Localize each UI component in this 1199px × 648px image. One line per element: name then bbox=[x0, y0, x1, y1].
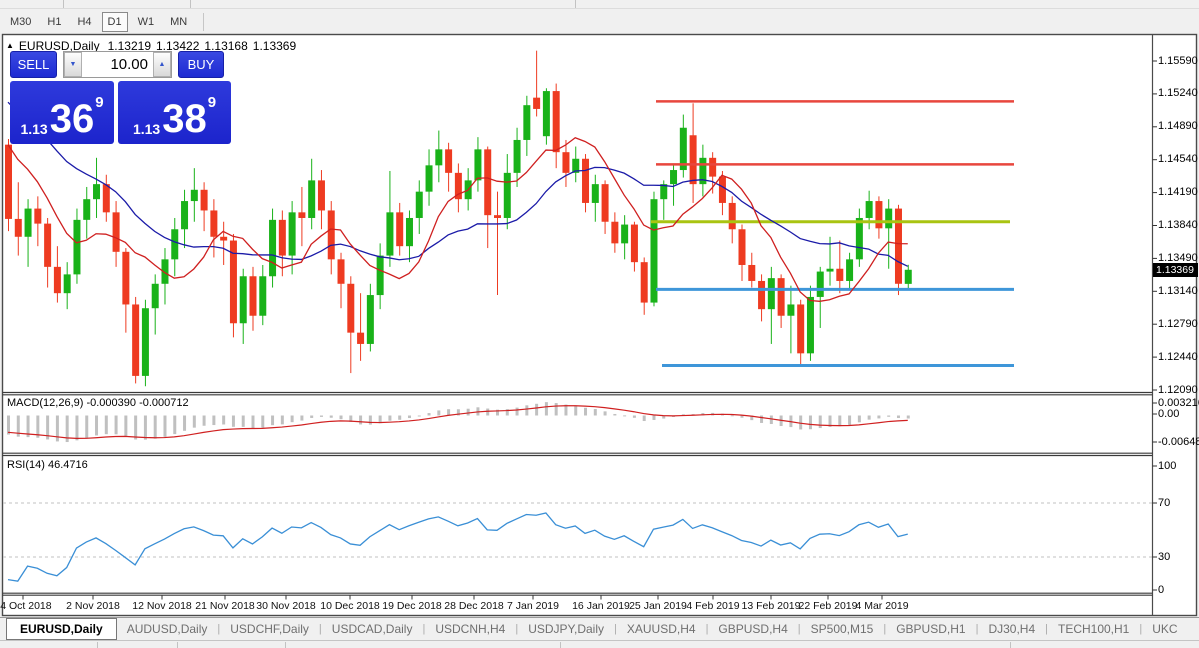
date-axis-label: 2 Nov 2018 bbox=[66, 600, 120, 612]
price-axis-label: 1.13140 bbox=[1158, 284, 1198, 297]
price-axis-label: 1.14890 bbox=[1158, 120, 1198, 133]
chart-tab-dj30-h4[interactable]: DJ30,H4 bbox=[978, 622, 1045, 636]
indicator-axis-label: 30 bbox=[1158, 550, 1171, 563]
macd-indicator-label: MACD(12,26,9) -0.000390 -0.000712 bbox=[7, 397, 189, 409]
indicator-axis-label: 0.00 bbox=[1158, 407, 1180, 420]
indicator-axis-label: 70 bbox=[1158, 496, 1171, 509]
chart-tab-xauusd-h4[interactable]: XAUUSD,H4 bbox=[617, 622, 706, 636]
indicator-axis-label: -0.006485 bbox=[1158, 435, 1199, 448]
price-axis-label: 1.15590 bbox=[1158, 54, 1198, 67]
price-axis-label: 1.12790 bbox=[1158, 317, 1198, 330]
date-axis-label: 19 Dec 2018 bbox=[382, 600, 442, 612]
price-axis-label: 1.12090 bbox=[1158, 383, 1198, 396]
date-axis-label: 7 Jan 2019 bbox=[507, 600, 559, 612]
chart-tab-eurusd-daily[interactable]: EURUSD,Daily bbox=[6, 618, 117, 640]
ask-price-sup: 9 bbox=[207, 94, 217, 111]
price-axis-label: 1.15240 bbox=[1158, 87, 1198, 100]
chart-tab-gbpusd-h4[interactable]: GBPUSD,H4 bbox=[708, 622, 797, 636]
one-click-trading-panel: SELL ▼ ▲ BUY 1.13 36 9 1.13 38 9 bbox=[10, 51, 232, 144]
price-axis-label: 1.14540 bbox=[1158, 153, 1198, 166]
date-axis-label: 4 Mar 2019 bbox=[855, 600, 909, 612]
date-axis-label: 21 Nov 2018 bbox=[195, 600, 255, 612]
chart-tab-audusd-daily[interactable]: AUDUSD,Daily bbox=[117, 622, 218, 636]
chart-tab-ukc[interactable]: UKC bbox=[1142, 622, 1187, 636]
trading-platform-window: M30 H1 H4 D1 W1 MN ▲ EURUSD,Daily 1.13219 1.1… bbox=[0, 0, 1199, 648]
indicator-axis-label: 100 bbox=[1158, 459, 1177, 472]
date-axis-label: 4 Feb 2019 bbox=[686, 600, 740, 612]
bid-price-sup: 9 bbox=[95, 94, 104, 111]
volume-spinner: ▼ ▲ bbox=[63, 51, 172, 78]
date-axis-label: 12 Nov 2018 bbox=[132, 600, 192, 612]
chart-tab-usdcad-daily[interactable]: USDCAD,Daily bbox=[322, 622, 423, 636]
price-axis-label: 1.14190 bbox=[1158, 186, 1198, 199]
price-axis-label: 1.12440 bbox=[1158, 350, 1198, 363]
price-axis-label: 1.13840 bbox=[1158, 219, 1198, 231]
date-axis-label: 10 Dec 2018 bbox=[320, 600, 380, 612]
rsi-indicator-label: RSI(14) 46.4716 bbox=[7, 459, 88, 471]
status-separator bbox=[1010, 642, 1011, 648]
status-separator bbox=[97, 642, 98, 648]
chart-tab-usdjpy-daily[interactable]: USDJPY,Daily bbox=[518, 622, 614, 636]
bid-price-big: 36 bbox=[49, 97, 95, 142]
collapse-chart-icon[interactable]: ▲ bbox=[6, 41, 14, 50]
chart-tab-sp500-m15[interactable]: SP500,M15 bbox=[801, 622, 884, 636]
chart-tab-bar: EURUSD,Daily AUDUSD,Daily | USDCHF,Daily | US… bbox=[0, 617, 1199, 640]
current-price-badge: 1.13369 bbox=[1153, 262, 1198, 277]
chart-tab-tech100-h1[interactable]: TECH100,H1 bbox=[1048, 622, 1139, 636]
date-axis-label: 16 Jan 2019 bbox=[572, 600, 630, 612]
date-axis-label: 22 Feb 2019 bbox=[798, 600, 858, 612]
date-axis-label: 28 Dec 2018 bbox=[444, 600, 504, 612]
chart-tab-usdcnh-h4[interactable]: USDCNH,H4 bbox=[425, 622, 515, 636]
status-separator bbox=[285, 642, 286, 648]
bid-price-prefix: 1.13 bbox=[20, 121, 48, 137]
chart-tab-usdchf-daily[interactable]: USDCHF,Daily bbox=[220, 622, 319, 636]
volume-decrease-button[interactable]: ▼ bbox=[64, 52, 82, 77]
status-separator bbox=[177, 642, 178, 648]
bid-price-button[interactable]: 1.13 36 9 bbox=[10, 81, 114, 144]
ask-price-big: 38 bbox=[162, 97, 207, 142]
status-separator bbox=[560, 642, 561, 648]
sell-button[interactable]: SELL bbox=[10, 51, 57, 78]
buy-button[interactable]: BUY bbox=[178, 51, 224, 78]
volume-input[interactable] bbox=[82, 52, 153, 77]
volume-increase-button[interactable]: ▲ bbox=[153, 52, 171, 77]
date-axis-label: 25 Jan 2019 bbox=[629, 600, 687, 612]
date-axis-label: 24 Oct 2018 bbox=[0, 600, 52, 612]
ohlc-close: 1.13369 bbox=[252, 39, 297, 53]
ask-price-prefix: 1.13 bbox=[132, 121, 161, 137]
chart-tab-gbpusd-h1[interactable]: GBPUSD,H1 bbox=[886, 622, 975, 636]
date-axis-label: 30 Nov 2018 bbox=[256, 600, 316, 612]
date-axis-label: 13 Feb 2019 bbox=[741, 600, 801, 612]
ask-price-button[interactable]: 1.13 38 9 bbox=[118, 81, 231, 144]
indicator-axis-label: 0 bbox=[1158, 583, 1165, 596]
